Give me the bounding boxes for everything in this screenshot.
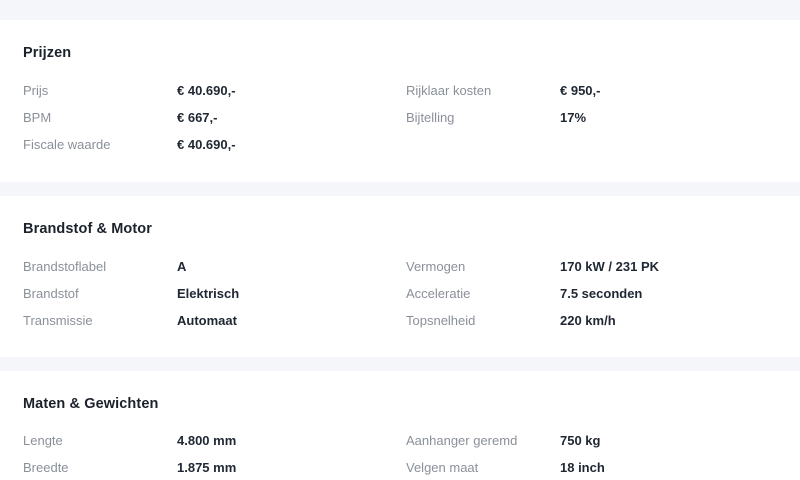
spec-row: Brandstof Elektrisch Acceleratie 7.5 sec… [0,284,800,304]
spec-row: BPM € 667,- Bijtelling 17% [0,108,800,128]
spec-label-lengte: Lengte [23,433,63,448]
spec-row: Brandstoflabel A Vermogen 170 kW / 231 P… [0,257,800,277]
spec-label-brandstoflabel: Brandstoflabel [23,259,107,274]
spec-value-rijklaar-kosten: € 950,- [560,83,601,98]
section-title: Prijzen [23,45,72,61]
spec-label-aanhanger-geremd: Aanhanger geremd [406,433,518,448]
spec-label-bpm: BPM [23,110,52,125]
spec-value-fiscale-waarde: € 40.690,- [177,137,236,152]
spec-label-brandstof: Brandstof [23,286,79,301]
spec-label-prijs: Prijs [23,83,49,98]
spec-value-topsnelheid: 220 km/h [560,313,616,328]
spec-label-rijklaar-kosten: Rijklaar kosten [406,83,492,98]
spec-value-acceleratie: 7.5 seconden [560,286,643,301]
spec-value-prijs: € 40.690,- [177,83,236,98]
spec-value-bijtelling: 17% [560,110,587,125]
spec-value-vermogen: 170 kW / 231 PK [560,259,659,274]
spec-value-velgen-maat: 18 inch [560,460,605,475]
spec-label-topsnelheid: Topsnelheid [406,313,476,328]
section-prijzen: Prijzen Prijs € 40.690,- Rijklaar kosten… [0,20,800,182]
spec-row: Breedte 1.875 mm Velgen maat 18 inch [0,458,800,478]
spec-row: Prijs € 40.690,- Rijklaar kosten € 950,- [0,81,800,101]
spec-row: Transmissie Automaat Topsnelheid 220 km/… [0,311,800,331]
spec-row: Fiscale waarde € 40.690,- [0,135,800,155]
spec-label-vermogen: Vermogen [406,259,466,274]
section-title: Maten & Gewichten [23,396,159,412]
spec-value-aanhanger-geremd: 750 kg [560,433,601,448]
spec-value-lengte: 4.800 mm [177,433,237,448]
spec-label-acceleratie: Acceleratie [406,286,471,301]
spec-value-transmissie: Automaat [177,313,237,328]
section-title: Brandstof & Motor [23,221,152,237]
section-maten-gewichten: Maten & Gewichten Lengte 4.800 mm Aanhan… [0,371,800,480]
spec-label-transmissie: Transmissie [23,313,93,328]
spec-label-fiscale-waarde: Fiscale waarde [23,137,111,152]
spec-value-breedte: 1.875 mm [177,460,237,475]
section-brandstof-motor: Brandstof & Motor Brandstoflabel A Vermo… [0,196,800,357]
spec-value-brandstoflabel: A [177,259,187,274]
spec-label-bijtelling: Bijtelling [406,110,455,125]
spec-value-bpm: € 667,- [177,110,218,125]
spec-label-velgen-maat: Velgen maat [406,460,479,475]
specs-page: Prijzen Prijs € 40.690,- Rijklaar kosten… [0,0,800,480]
spec-label-breedte: Breedte [23,460,69,475]
spec-value-brandstof: Elektrisch [177,286,240,301]
spec-row: Lengte 4.800 mm Aanhanger geremd 750 kg [0,431,800,451]
